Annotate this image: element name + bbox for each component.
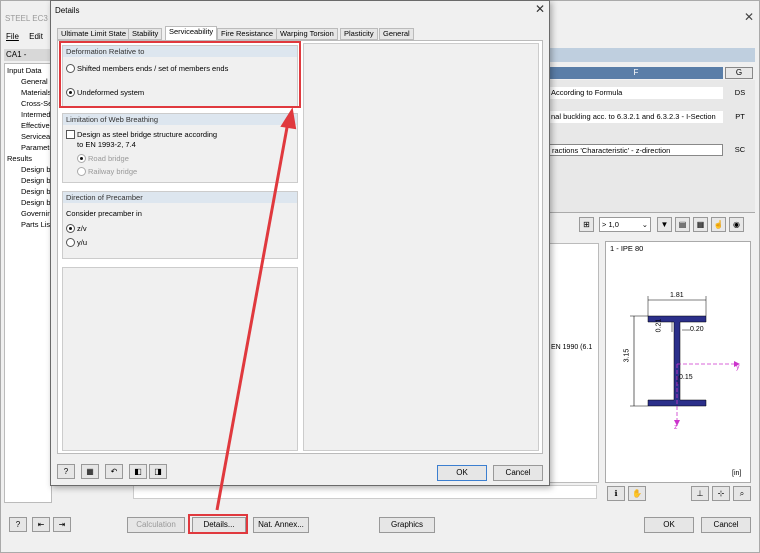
annotation-arrow (215, 107, 297, 511)
